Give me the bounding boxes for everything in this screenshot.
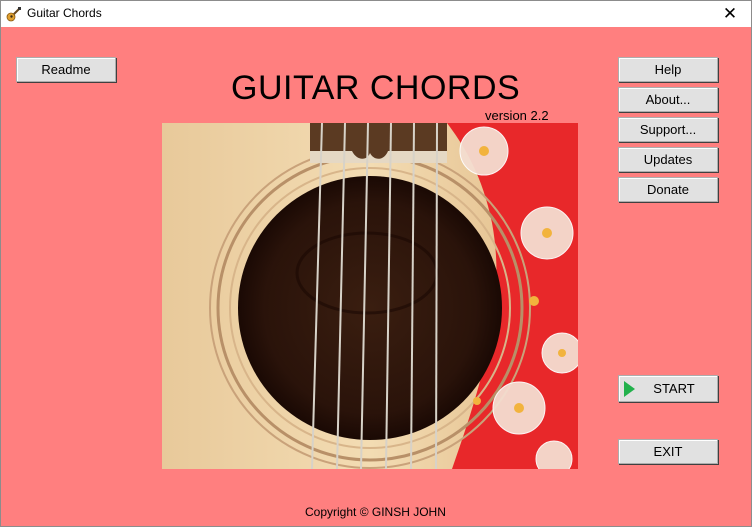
close-icon: ✕	[722, 4, 738, 23]
title-bar[interactable]: Guitar Chords ✕	[1, 1, 751, 27]
close-button[interactable]: ✕	[709, 1, 751, 27]
guitar-photo	[162, 123, 578, 469]
play-icon	[624, 381, 635, 397]
exit-label: EXIT	[653, 444, 683, 459]
guitar-icon	[6, 7, 21, 22]
start-label: START	[653, 381, 695, 396]
updates-button[interactable]: Updates	[618, 147, 718, 172]
support-button[interactable]: Support...	[618, 117, 718, 142]
readme-label: Readme	[41, 62, 91, 77]
window-title: Guitar Chords	[27, 6, 102, 20]
support-label: Support...	[639, 122, 697, 137]
app-window: Guitar Chords ✕ Readme GUITAR CHORDS ver…	[0, 0, 752, 527]
about-button[interactable]: About...	[618, 87, 718, 112]
app-heading: GUITAR CHORDS	[231, 69, 521, 107]
exit-button[interactable]: EXIT	[618, 439, 718, 464]
start-button[interactable]: START	[618, 375, 718, 402]
updates-label: Updates	[643, 152, 693, 167]
donate-label: Donate	[647, 182, 689, 197]
readme-button[interactable]: Readme	[16, 57, 116, 82]
donate-button[interactable]: Donate	[618, 177, 718, 202]
about-label: About...	[645, 92, 691, 107]
copyright-text: Copyright © GINSH JOHN	[305, 505, 446, 519]
help-button[interactable]: Help	[618, 57, 718, 82]
version-label: version 2.2	[485, 108, 549, 123]
help-label: Help	[654, 62, 682, 77]
